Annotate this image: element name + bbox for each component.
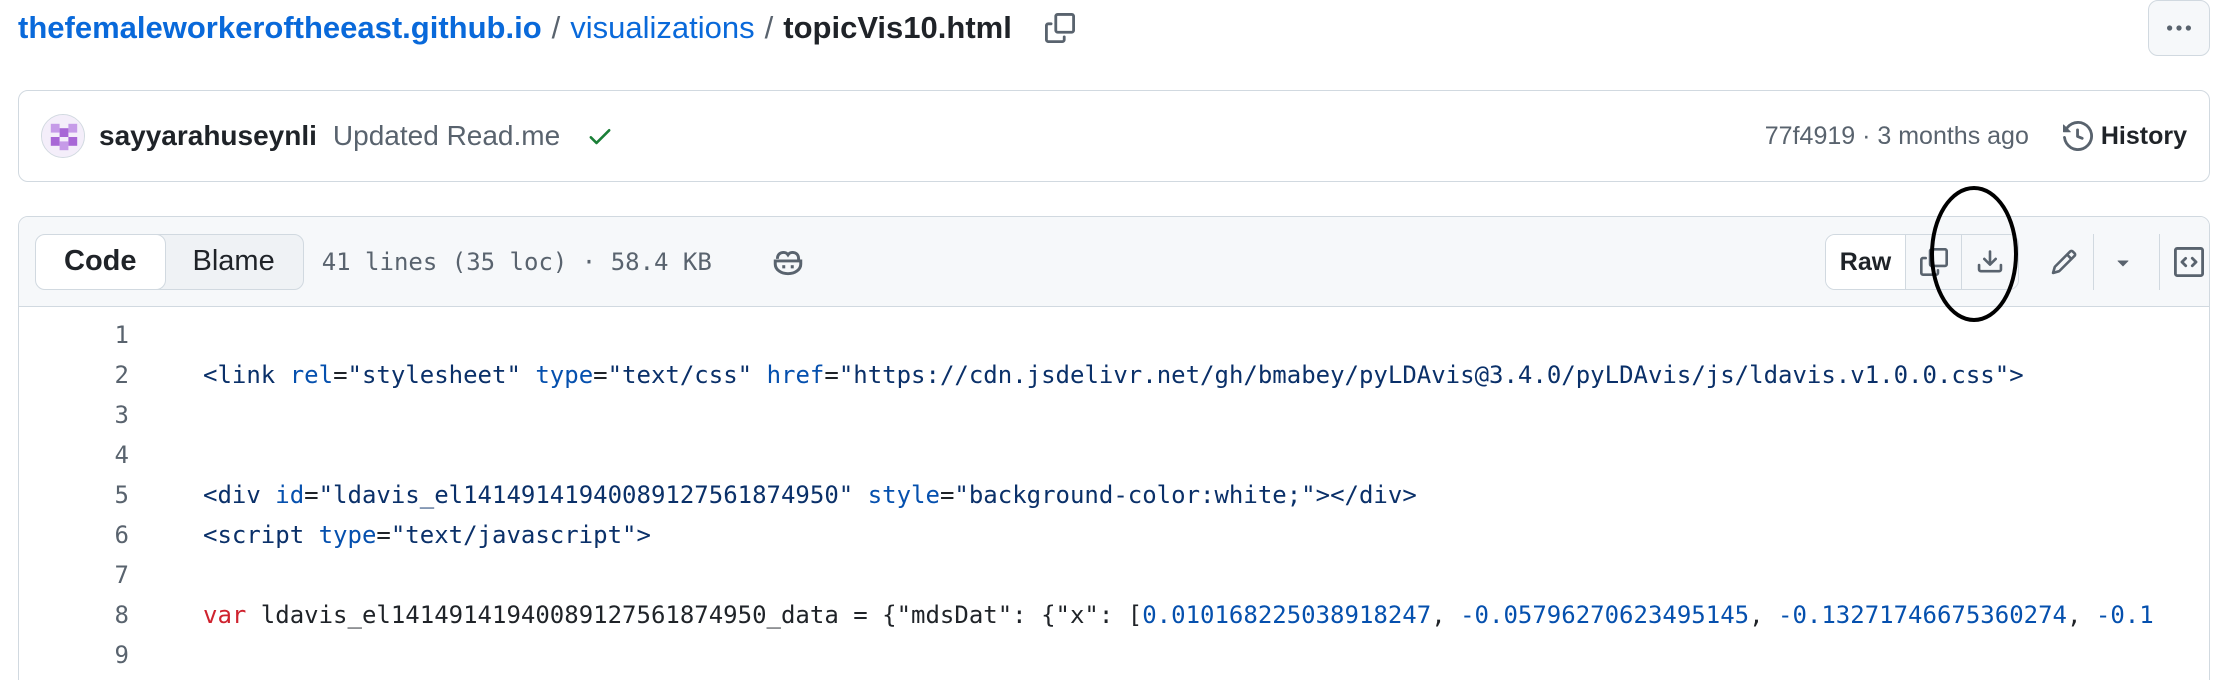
view-toggle: Code Blame	[35, 233, 304, 290]
code-square-icon	[2173, 247, 2204, 277]
more-edit-options-button[interactable]	[2093, 234, 2151, 290]
code-text: <script type="text/javascript">	[203, 521, 651, 549]
code-text: var ldavis_el14149141940089127561874950_…	[203, 601, 2154, 629]
breadcrumb-repo-link[interactable]: thefemaleworkeroftheeast.github.io	[18, 10, 542, 46]
commit-author[interactable]: sayyarahuseynli	[99, 120, 317, 152]
commit-message[interactable]: Updated Read.me	[333, 120, 560, 152]
copy-icon	[1919, 248, 1948, 276]
copilot-icon	[773, 250, 803, 275]
tab-code[interactable]: Code	[35, 234, 166, 289]
latest-commit-bar: sayyarahuseynli Updated Read.me 77f4919 …	[18, 90, 2210, 182]
edit-actions-group	[2035, 234, 2151, 290]
code-line: 5 <div id="ldavis_el141491419400891275618…	[19, 475, 2209, 515]
line-number[interactable]: 8	[19, 601, 129, 629]
commit-sha-and-time[interactable]: 77f4919 · 3 months ago	[1765, 122, 2029, 151]
breadcrumb-file-name: topicVis10.html	[783, 10, 1012, 45]
more-options-button[interactable]	[2148, 0, 2210, 56]
code-line: 7	[19, 555, 2209, 595]
code-line: 9	[19, 635, 2209, 675]
line-number[interactable]: 9	[19, 641, 129, 669]
line-number[interactable]: 4	[19, 441, 129, 469]
copy-path-button[interactable]	[1040, 8, 1080, 48]
file-viewer: Code Blame 41 lines (35 loc) · 58.4 KB R…	[18, 216, 2210, 680]
breadcrumb: thefemaleworkeroftheeast.github.io / vis…	[18, 6, 1080, 50]
code-line: 8 var ldavis_el14149141940089127561874950…	[19, 595, 2209, 635]
symbols-panel-button[interactable]	[2159, 234, 2209, 290]
code-view: 1 2 <link rel="stylesheet" type="text/css…	[19, 307, 2209, 675]
pencil-icon	[2051, 249, 2077, 275]
line-number[interactable]: 7	[19, 561, 129, 589]
copy-icon	[1044, 13, 1075, 43]
code-line: 1	[19, 315, 2209, 355]
code-line: 3	[19, 395, 2209, 435]
file-stats: 41 lines (35 loc) · 58.4 KB	[321, 247, 712, 276]
line-number[interactable]: 3	[19, 401, 129, 429]
code-line: 2 <link rel="stylesheet" type="text/css" …	[19, 355, 2209, 395]
download-raw-button[interactable]	[1962, 235, 2018, 289]
code-text: <div id="ldavis_el1414914194008912756187…	[203, 481, 1417, 509]
breadcrumb-folder-link[interactable]: visualizations	[570, 10, 754, 46]
line-number[interactable]: 1	[19, 321, 129, 349]
line-number[interactable]: 6	[19, 521, 129, 549]
history-icon	[2062, 121, 2093, 151]
copilot-button[interactable]	[770, 244, 806, 280]
file-header: Code Blame 41 lines (35 loc) · 58.4 KB R…	[19, 217, 2209, 307]
line-number[interactable]: 5	[19, 481, 129, 509]
code-line: 6 <script type="text/javascript">	[19, 515, 2209, 555]
history-label: History	[2100, 121, 2187, 150]
code-text: <link rel="stylesheet" type="text/css" h…	[203, 361, 2024, 389]
breadcrumb-separator: /	[764, 10, 774, 45]
breadcrumb-separator: /	[551, 10, 561, 45]
raw-button[interactable]: Raw	[1826, 235, 1906, 289]
copy-raw-button[interactable]	[1906, 235, 1962, 289]
line-number[interactable]: 2	[19, 361, 129, 389]
commit-details: 77f4919 · 3 months ago History	[1765, 121, 2187, 151]
triangle-down-icon	[2117, 260, 2128, 267]
check-icon[interactable]	[586, 119, 620, 153]
download-icon	[1977, 250, 2003, 273]
file-actions-group: Raw	[1825, 234, 2019, 290]
tab-blame[interactable]: Blame	[165, 235, 303, 289]
kebab-icon	[2167, 25, 2191, 31]
edit-file-button[interactable]	[2035, 234, 2093, 290]
history-button[interactable]: History	[2062, 121, 2187, 151]
avatar[interactable]	[41, 114, 85, 158]
code-line: 4	[19, 435, 2209, 475]
